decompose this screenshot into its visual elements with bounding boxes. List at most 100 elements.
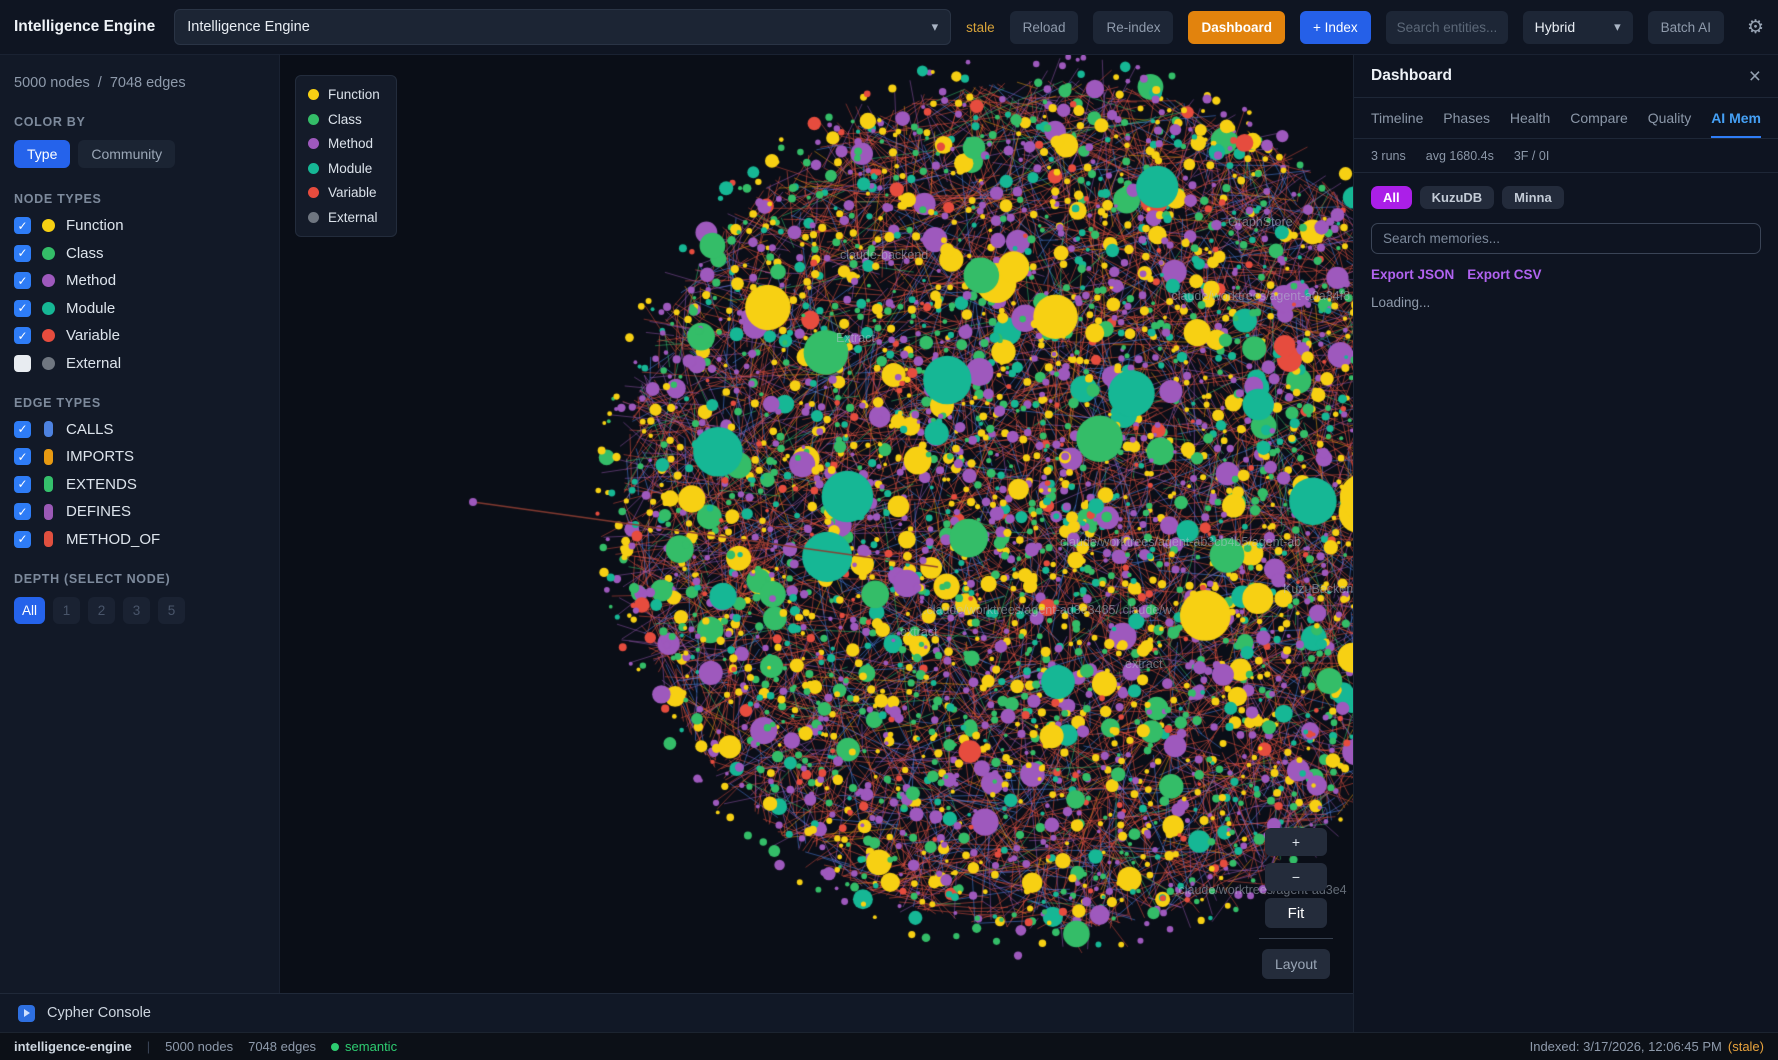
depth-option[interactable]: 1 [53, 596, 81, 624]
entity-search-input[interactable] [1385, 10, 1508, 44]
chevron-down-icon: ▾ [1614, 19, 1621, 34]
node-type-row: ✓ External [14, 354, 265, 372]
run-stats: 3 runs avg 1680.4s 3F / 0I [1354, 139, 1778, 173]
legend-color-dot [308, 89, 319, 100]
node-type-label: Function [66, 217, 124, 234]
graph-stats: 5000 nodes / 7048 edges [14, 75, 265, 91]
main-area: 5000 nodes / 7048 edges COLOR BY Type Co… [0, 55, 1778, 1032]
batch-ai-button[interactable]: Batch AI [1647, 10, 1724, 44]
graph-legend: Function Class Method Module Variable Ex… [295, 75, 397, 237]
cypher-console-toggle[interactable]: Cypher Console [0, 993, 1353, 1032]
filter-chip[interactable]: KuzuDB [1419, 186, 1495, 209]
export-csv-link[interactable]: Export CSV [1467, 267, 1541, 282]
depth-option[interactable]: All [14, 596, 46, 624]
add-index-button[interactable]: + Index [1300, 10, 1371, 44]
edge-type-label: EXTENDS [66, 475, 137, 493]
semantic-status: semantic [331, 1039, 397, 1054]
checkbox[interactable]: ✓ [14, 327, 31, 344]
panel-tab[interactable]: Timeline [1371, 98, 1423, 138]
dashboard-button[interactable]: Dashboard [1188, 10, 1285, 44]
legend-color-dot [308, 162, 319, 174]
panel-tab[interactable]: Quality [1648, 98, 1692, 138]
color-by-option[interactable]: Community [78, 140, 176, 168]
chevron-down-icon: ▾ [931, 19, 939, 34]
checkbox[interactable]: ✓ [14, 272, 31, 289]
fit-button[interactable]: Fit [1265, 898, 1327, 928]
export-json-link[interactable]: Export JSON [1371, 267, 1454, 282]
edge-count: 7048 edges [109, 75, 186, 91]
legend-label: Class [328, 111, 362, 127]
zoom-controls: + − Fit Layout [1259, 828, 1333, 979]
checkbox[interactable]: ✓ [14, 530, 31, 548]
node-color-dot [42, 301, 55, 315]
edge-color-pill [44, 448, 53, 465]
edge-types-label: EDGE TYPES [14, 395, 101, 410]
status-divider: | [146, 1039, 151, 1054]
checkbox[interactable]: ✓ [14, 299, 31, 317]
node-type-row: ✓ Function [14, 217, 265, 234]
depth-option[interactable]: 5 [158, 596, 186, 624]
node-type-label: External [66, 354, 122, 372]
node-color-dot [42, 246, 55, 260]
edge-color-pill [44, 421, 53, 437]
zoom-out-button[interactable]: − [1265, 863, 1327, 891]
node-type-row: ✓ Class [14, 244, 265, 262]
edge-type-label: CALLS [66, 420, 114, 438]
legend-color-dot [308, 187, 319, 198]
node-types-list: ✓ Function ✓ Class ✓ Method ✓ Module ✓ V… [14, 217, 265, 372]
fail-stat: 3F / 0I [1513, 148, 1550, 163]
legend-row: Class [308, 112, 380, 127]
checkbox[interactable]: ✓ [14, 475, 31, 493]
panel-title: Dashboard [1371, 67, 1452, 84]
legend-label: External [328, 209, 378, 225]
status-nodes: 5000 nodes [165, 1039, 234, 1054]
legend-color-dot [308, 211, 319, 223]
reload-button[interactable]: Reload [1009, 10, 1079, 44]
color-by-option[interactable]: Type [14, 140, 71, 168]
gear-icon[interactable]: ⚙ [1747, 16, 1764, 39]
checkbox[interactable]: ✓ [14, 244, 31, 262]
depth-selector: All 1 2 3 5 [14, 596, 265, 624]
edge-type-label: DEFINES [66, 503, 132, 520]
node-color-dot [42, 219, 55, 232]
panel-tab[interactable]: AI Mem [1711, 98, 1761, 138]
legend-label: Module [328, 160, 373, 176]
panel-tab[interactable]: Compare [1570, 98, 1628, 138]
close-icon[interactable]: × [1749, 66, 1761, 87]
checkbox[interactable]: ✓ [14, 503, 31, 520]
edge-color-pill [44, 476, 53, 492]
filter-chip[interactable]: All [1371, 186, 1412, 209]
top-bar: Intelligence Engine Intelligence Engine … [0, 0, 1778, 55]
layout-button[interactable]: Layout [1262, 949, 1330, 979]
depth-option[interactable]: 3 [123, 596, 151, 624]
semantic-label: semantic [345, 1039, 398, 1054]
graph-canvas[interactable] [280, 55, 1353, 993]
graph-viewport[interactable]: Function Class Method Module Variable Ex… [280, 55, 1353, 993]
legend-color-dot [308, 138, 319, 149]
status-bar: intelligence-engine | 5000 nodes 7048 ed… [0, 1032, 1778, 1060]
sidebar: 5000 nodes / 7048 edges COLOR BY Type Co… [0, 55, 280, 993]
edge-type-label: IMPORTS [66, 448, 135, 465]
checkbox[interactable]: ✓ [14, 420, 31, 438]
indexed-timestamp: Indexed: 3/17/2026, 12:06:45 PM [1529, 1039, 1722, 1054]
memory-search-input[interactable] [1371, 223, 1761, 254]
panel-tab[interactable]: Health [1510, 98, 1550, 138]
zoom-in-button[interactable]: + [1265, 828, 1327, 856]
checkbox[interactable]: ✓ [14, 354, 31, 372]
project-select[interactable]: Intelligence Engine ▾ [174, 9, 952, 45]
cypher-console-label: Cypher Console [47, 1005, 151, 1021]
status-edges: 7048 edges [248, 1039, 317, 1054]
panel-tab[interactable]: Phases [1443, 98, 1490, 138]
reindex-button[interactable]: Re-index [1093, 10, 1174, 44]
legend-label: Method [328, 136, 374, 151]
checkbox[interactable]: ✓ [14, 448, 31, 465]
node-type-label: Class [66, 244, 104, 262]
node-color-dot [42, 274, 55, 287]
depth-option[interactable]: 2 [88, 596, 116, 624]
checkbox[interactable]: ✓ [14, 217, 31, 234]
filter-chip[interactable]: Minna [1502, 186, 1564, 209]
app-title: Intelligence Engine [14, 18, 156, 35]
mode-select[interactable]: Hybrid ▾ [1522, 10, 1633, 44]
edge-type-row: ✓ IMPORTS [14, 448, 265, 465]
stats-divider: / [97, 75, 102, 91]
